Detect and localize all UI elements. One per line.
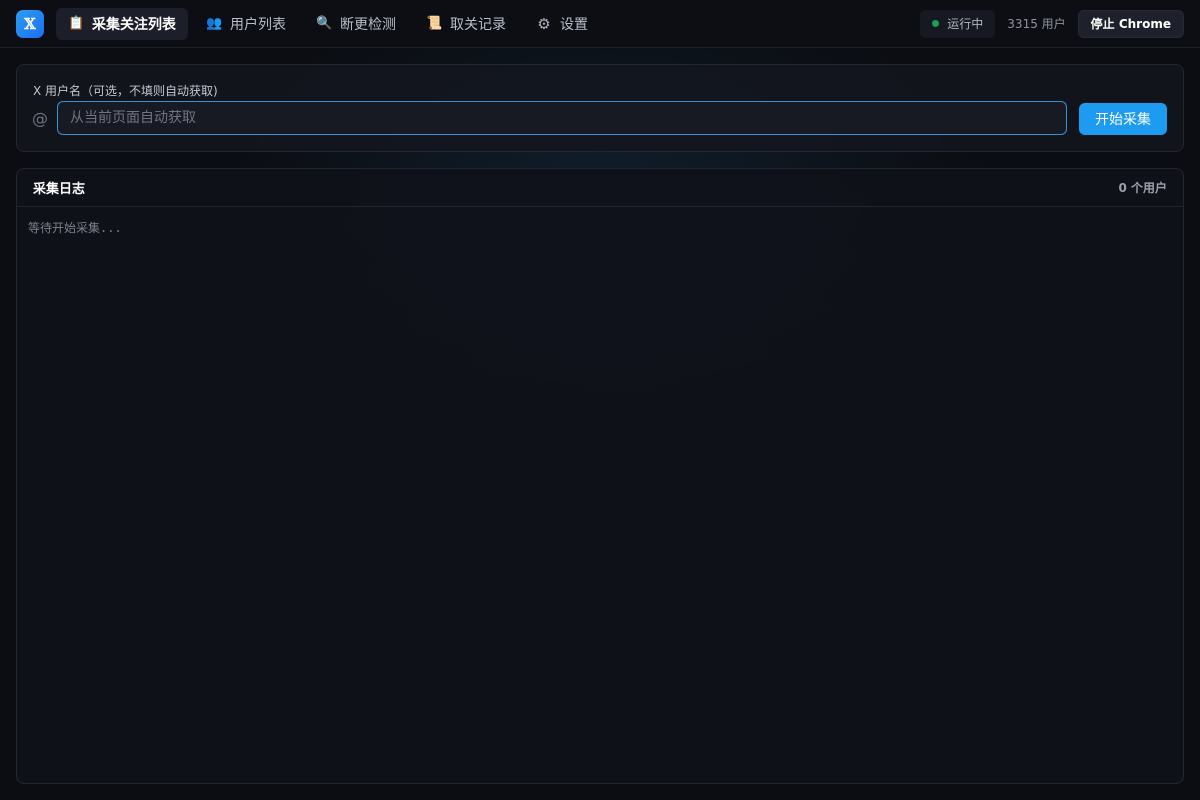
tab-collect-following[interactable]: 📋 采集关注列表 (56, 7, 188, 40)
nav-tabs: 📋 采集关注列表 👥 用户列表 🔍 断更检测 📜 取关记录 ⚙ 设置 (56, 7, 600, 40)
username-input[interactable] (57, 101, 1067, 135)
header-status-area: 运行中 3315 用户 停止 Chrome (920, 9, 1184, 38)
collect-form-panel: X 用户名（可选，不填则自动获取) @ 开始采集 (16, 64, 1184, 152)
tab-unfollow-records[interactable]: 📜 取关记录 (414, 8, 518, 40)
log-user-count: 0 个用户 (1118, 181, 1167, 195)
tab-label: 用户列表 (230, 16, 286, 33)
top-nav-bar: 𝕏 📋 采集关注列表 👥 用户列表 🔍 断更检测 📜 取关记录 ⚙ 设置 运行中… (0, 0, 1200, 48)
tab-label: 采集关注列表 (92, 16, 176, 33)
tab-label: 设置 (560, 16, 588, 33)
log-message: 等待开始采集... (28, 221, 122, 235)
status-dot-icon (932, 20, 940, 27)
search-icon: 🔍 (316, 16, 333, 31)
start-collect-button[interactable]: 开始采集 (1079, 103, 1167, 135)
app-window: 𝕏 📋 采集关注列表 👥 用户列表 🔍 断更检测 📜 取关记录 ⚙ 设置 运行中… (0, 0, 1200, 800)
users-icon: 👥 (206, 16, 223, 31)
log-title: 采集日志 (33, 182, 86, 197)
clipboard-icon: 📋 (68, 16, 85, 31)
tab-label: 断更检测 (340, 16, 396, 33)
username-field-label: X 用户名（可选，不填则自动获取) (33, 84, 218, 98)
scroll-icon: 📜 (426, 16, 443, 31)
log-header: 采集日志 0 个用户 (17, 169, 1183, 207)
tab-user-list[interactable]: 👥 用户列表 (194, 8, 298, 40)
x-logo-icon: 𝕏 (16, 9, 44, 38)
tab-label: 取关记录 (450, 16, 506, 33)
status-badge: 运行中 (920, 9, 996, 38)
total-user-count: 3315 用户 (1007, 17, 1066, 31)
status-label: 运行中 (947, 17, 984, 31)
tab-settings[interactable]: ⚙ 设置 (524, 8, 600, 40)
log-output: 等待开始采集... (17, 207, 1183, 248)
gear-icon: ⚙ (537, 14, 551, 33)
stop-chrome-button[interactable]: 停止 Chrome (1077, 9, 1184, 38)
at-icon: @ (32, 109, 48, 128)
tab-inactive-detection[interactable]: 🔍 断更检测 (304, 8, 408, 40)
collect-log-panel: 采集日志 0 个用户 等待开始采集... (16, 168, 1184, 784)
